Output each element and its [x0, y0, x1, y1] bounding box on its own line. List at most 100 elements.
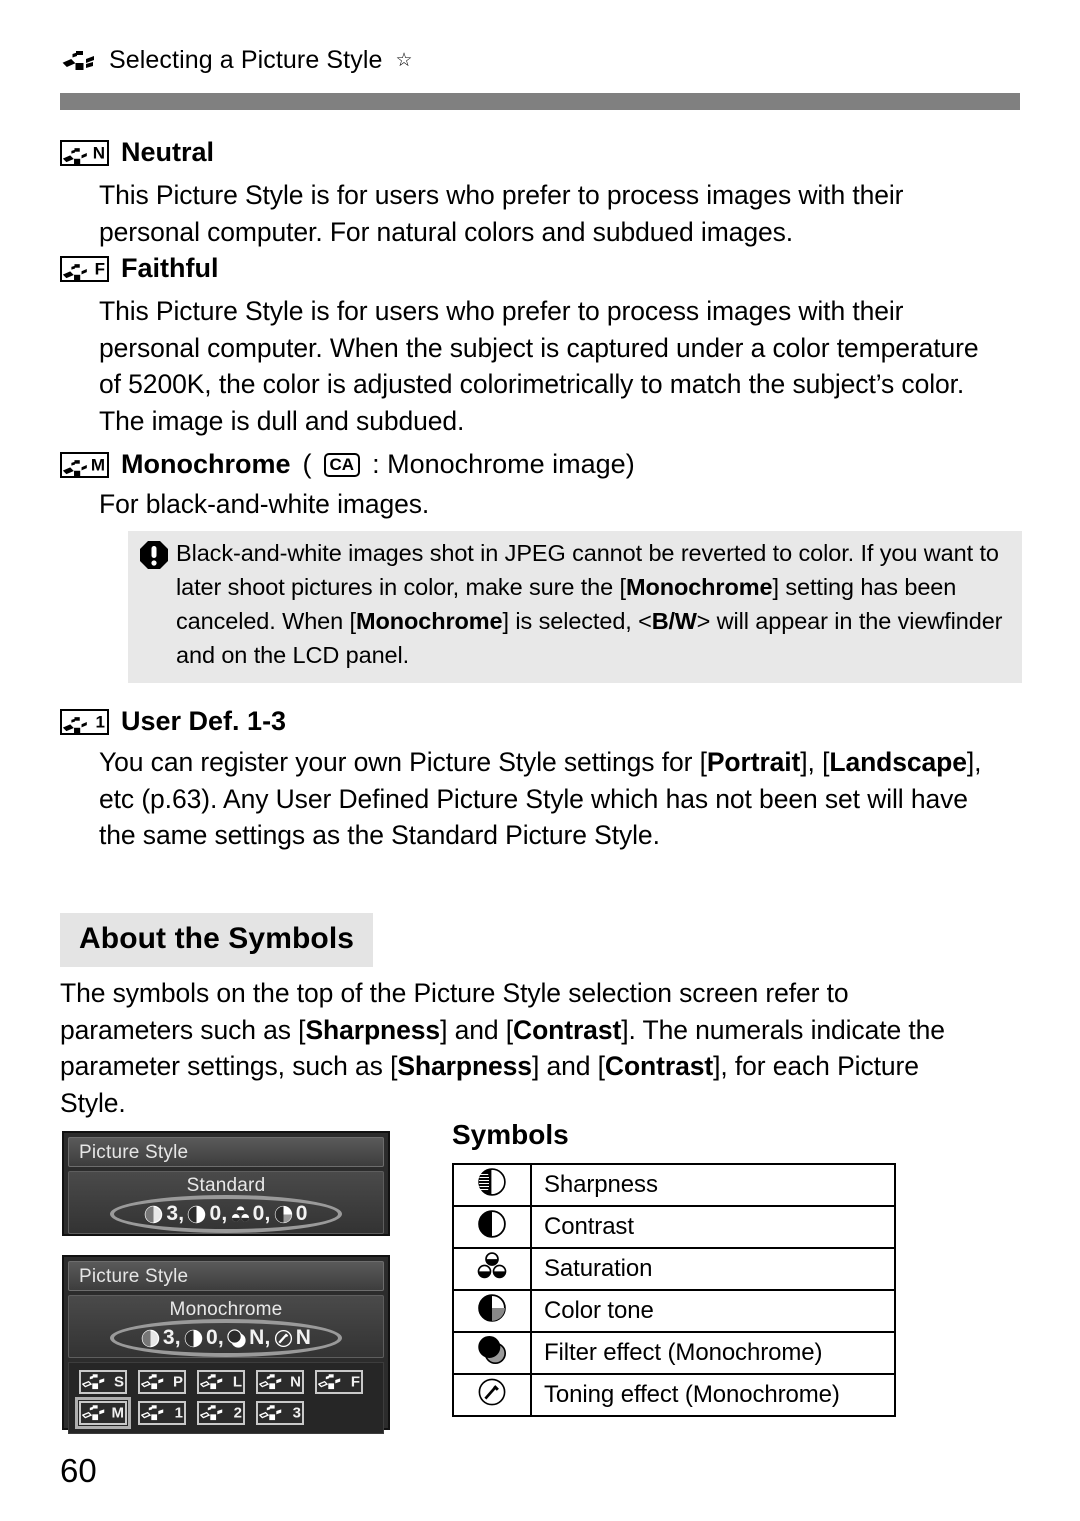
picture-style-tile-p[interactable]: P — [138, 1370, 186, 1394]
saturation-icon — [231, 1205, 249, 1222]
running-head-title: Selecting a Picture Style — [109, 46, 383, 74]
sharpness-icon — [141, 1329, 160, 1347]
heading-paren-rest: : Monochrome image) — [372, 449, 635, 479]
section-body-faithful: This Picture Style is for users who pref… — [99, 296, 979, 436]
symbols-table: Sharpness Contrast Saturation Color tone… — [452, 1163, 896, 1417]
table-row: Contrast — [452, 1205, 896, 1249]
contrast-icon — [188, 1205, 206, 1223]
table-row: Color tone — [452, 1289, 896, 1333]
filter-effect-icon — [478, 1335, 507, 1364]
tile-letter: 3 — [292, 1404, 301, 1422]
lcd-titlebar: Picture Style — [68, 1137, 384, 1167]
sharpness-icon — [478, 1167, 506, 1196]
lcd-monochrome: Picture Style Monochrome 3, 0, N, N S P … — [62, 1255, 390, 1434]
page-number: 60 — [60, 1452, 97, 1489]
symbol-icon-cell — [452, 1205, 532, 1249]
section-body-monochrome: For black-and-white images. — [99, 489, 430, 519]
tile-letter: 1 — [174, 1404, 183, 1422]
section-title: Monochrome — [121, 449, 291, 479]
table-row: Toning effect (Monochrome) — [452, 1373, 896, 1417]
symbol-label: Filter effect (Monochrome) — [530, 1331, 896, 1375]
table-row: Filter effect (Monochrome) — [452, 1331, 896, 1375]
tile-letter: 2 — [233, 1404, 242, 1422]
section-heading-user-def: 1 User Def. 1-3 — [60, 706, 286, 737]
picture-style-tile-1[interactable]: 1 — [138, 1401, 186, 1425]
section-title: Faithful — [121, 253, 219, 283]
picture-style-tile-f[interactable]: F — [315, 1370, 363, 1394]
tile-letter: N — [290, 1373, 301, 1391]
picture-style-monochrome-icon: M — [60, 451, 109, 478]
picture-style-neutral-icon: N — [60, 139, 109, 166]
emphasis-text: Sharpness — [397, 1051, 532, 1081]
symbol-icon-cell — [452, 1247, 532, 1291]
symbol-icon-cell — [452, 1331, 532, 1375]
lcd-value: 0, — [252, 1202, 271, 1225]
picture-style-userdef-icon: 1 — [60, 708, 109, 735]
tile-letter: L — [232, 1373, 242, 1391]
picture-style-tile-grid: S P L N F M 1 2 3 — [68, 1362, 384, 1434]
sharpness-icon — [145, 1205, 163, 1223]
emphasis-text: Landscape — [829, 747, 967, 777]
picture-style-icon — [62, 50, 96, 72]
picture-style-tile-n[interactable]: N — [256, 1370, 304, 1394]
lcd-standard: Picture Style Standard 3, 0, 0, 0 — [62, 1131, 390, 1236]
section-body-neutral: This Picture Style is for users who pref… — [99, 180, 904, 247]
lcd-style-name: Monochrome — [169, 1299, 283, 1320]
ca-icon: CA — [323, 452, 361, 477]
section-heading-faithful: F Faithful — [60, 253, 218, 284]
symbol-label: Contrast — [530, 1205, 896, 1249]
symbol-label: Sharpness — [530, 1163, 896, 1207]
lcd-value: N, — [249, 1326, 271, 1349]
badge-letter: 1 — [95, 712, 105, 731]
badge-letter: M — [90, 455, 105, 474]
body-text: ] and [ — [531, 1051, 605, 1081]
lcd-style-name: Standard — [186, 1175, 266, 1196]
heading-paren-open: ( — [302, 449, 312, 479]
symbol-label: Saturation — [530, 1247, 896, 1291]
tile-letter: S — [113, 1373, 124, 1391]
tile-row: M 1 2 3 — [75, 1397, 375, 1429]
tile-letter: F — [350, 1373, 360, 1391]
symbol-icon-cell — [452, 1289, 532, 1333]
warning-octagon-icon — [139, 540, 169, 570]
color-tone-icon — [274, 1205, 292, 1223]
filter-effect-icon — [227, 1328, 246, 1348]
picture-style-tile-s[interactable]: S — [79, 1370, 127, 1394]
lcd-values-row: 3, 0, N, N — [69, 1319, 383, 1357]
toning-effect-icon — [478, 1378, 506, 1405]
symbol-label: Color tone — [530, 1289, 896, 1333]
tile-letter: P — [172, 1373, 183, 1391]
picture-style-tile-m[interactable]: M — [75, 1397, 131, 1429]
header-rule — [60, 93, 1020, 110]
symbol-label: Toning effect (Monochrome) — [530, 1373, 896, 1417]
tile-row: S P L N F — [79, 1370, 375, 1394]
toning-effect-icon — [274, 1329, 292, 1347]
body-text: You can register your own Picture Style … — [99, 747, 707, 777]
color-tone-icon — [478, 1293, 506, 1322]
emphasis-text: B/W — [651, 608, 697, 634]
picture-style-tile-3[interactable]: 3 — [256, 1401, 304, 1425]
about-symbols-body: The symbols on the top of the Picture St… — [60, 975, 960, 1121]
saturation-icon — [477, 1251, 507, 1278]
emphasis-text: Contrast — [604, 1051, 714, 1081]
picture-style-tile-2[interactable]: 2 — [197, 1401, 245, 1425]
tile-letter: M — [111, 1404, 125, 1422]
symbol-icon-cell — [452, 1373, 532, 1417]
star-icon: ☆ — [395, 50, 413, 71]
emphasis-text: Monochrome — [625, 574, 773, 600]
contrast-icon — [184, 1329, 203, 1347]
section-title: Neutral — [121, 137, 215, 167]
lcd-value: 3, — [166, 1202, 185, 1225]
body-text: ] is selected, < — [502, 608, 652, 634]
emphasis-text: Monochrome — [355, 608, 503, 634]
contrast-icon — [478, 1209, 506, 1238]
body-text: ] and [ — [440, 1014, 514, 1045]
picture-style-tile-l[interactable]: L — [197, 1370, 245, 1394]
lcd-value: 0, — [205, 1326, 225, 1349]
section-body-user-def: You can register your own Picture Style … — [99, 744, 989, 854]
emphasis-text: Sharpness — [305, 1014, 441, 1045]
section-title: User Def. 1-3 — [121, 706, 287, 736]
lcd-value: 0 — [295, 1202, 308, 1225]
picture-style-faithful-icon: F — [60, 255, 109, 282]
lcd-value: N — [295, 1326, 312, 1349]
